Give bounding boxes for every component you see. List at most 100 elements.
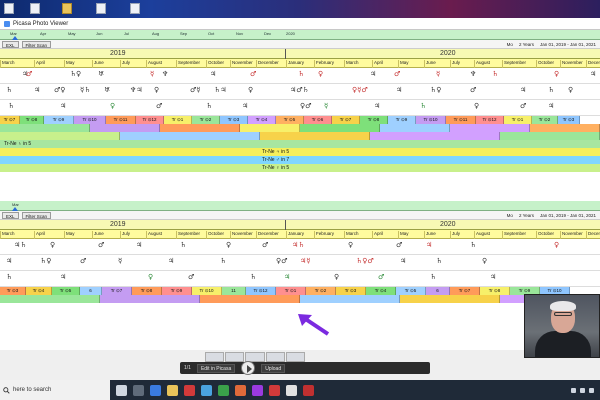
transit-cell[interactable]: Tr ⊙7 xyxy=(102,287,132,295)
transit-cell[interactable]: Tr ⊙8 xyxy=(480,287,510,295)
edge-icon[interactable] xyxy=(150,384,161,396)
range-unit[interactable]: Mo xyxy=(507,42,513,47)
transit-cell[interactable] xyxy=(240,124,300,132)
transit-cell[interactable]: Tr ⊙1 xyxy=(504,116,532,124)
transit-cell[interactable]: 6 xyxy=(80,287,102,295)
transit-cell[interactable]: Tr ⊙12 xyxy=(246,287,276,295)
desktop-file-icon[interactable] xyxy=(30,3,40,14)
transit-cell[interactable]: Tr ⊙10 xyxy=(74,116,106,124)
app-icon[interactable] xyxy=(252,384,263,396)
desktop-folder-icon[interactable] xyxy=(62,3,72,14)
task-view-icon[interactable] xyxy=(133,384,144,396)
transit-cell[interactable] xyxy=(530,124,600,132)
transit-cell[interactable] xyxy=(120,132,260,140)
filter-scan-button[interactable]: Filter Scan xyxy=(21,211,52,219)
transit-cell[interactable]: Tr ⊙12 xyxy=(476,116,504,124)
transit-cell[interactable] xyxy=(400,295,500,303)
transit-cell[interactable]: Tr ⊙11 xyxy=(106,116,136,124)
transit-cell[interactable]: Tr ⊙8 xyxy=(20,116,44,124)
transit-cell[interactable]: Tr ⊙1 xyxy=(276,287,306,295)
picasa-taskbar-icon[interactable] xyxy=(269,384,280,396)
play-icon[interactable] xyxy=(241,361,256,375)
transit-cell[interactable]: Tr ⊙7 xyxy=(0,116,20,124)
thumbnail[interactable] xyxy=(205,352,225,362)
thumbnail[interactable] xyxy=(225,352,245,362)
transit-cell[interactable]: Tr ⊙4 xyxy=(366,287,396,295)
transit-cell[interactable]: 11 xyxy=(222,287,246,295)
timeline-pointer-icon[interactable] xyxy=(12,36,18,40)
transit-cell[interactable]: Tr ⊙9 xyxy=(388,116,416,124)
thumbnail[interactable] xyxy=(285,352,306,362)
transit-cell[interactable]: Tr ⊙7 xyxy=(332,116,360,124)
file-explorer-icon[interactable] xyxy=(167,384,178,396)
progression-band[interactable]: Tr-Ne ♃ in 5 xyxy=(0,148,600,156)
transit-cell[interactable]: Tr ⊙3 xyxy=(0,287,26,295)
transit-cell[interactable] xyxy=(200,295,300,303)
transit-cell[interactable] xyxy=(300,124,380,132)
tray-icon[interactable] xyxy=(571,387,576,393)
transit-cell[interactable]: Tr ⊙9 xyxy=(162,287,192,295)
progression-band[interactable]: Tr-Ne ♂ in 7 xyxy=(0,156,600,164)
transit-cell[interactable]: Tr ⊙7 xyxy=(450,287,480,295)
transit-cell[interactable] xyxy=(90,124,160,132)
transit-cell[interactable] xyxy=(100,295,200,303)
transit-cell[interactable]: Tr ⊙5 xyxy=(396,287,426,295)
app-icon[interactable] xyxy=(201,384,212,396)
microphone-icon[interactable] xyxy=(116,384,127,396)
transit-cell[interactable]: Tr ⊙11 xyxy=(446,116,476,124)
app-icon[interactable] xyxy=(303,384,314,396)
transit-cell[interactable]: Tr ⊙10 xyxy=(192,287,222,295)
transit-cell[interactable]: Tr ⊙8 xyxy=(360,116,388,124)
bottom-overview-bar[interactable]: Mar xyxy=(0,201,600,211)
transit-cell[interactable]: Tr ⊙4 xyxy=(248,116,276,124)
transit-cell[interactable] xyxy=(380,124,450,132)
transit-cell[interactable] xyxy=(370,132,500,140)
transit-cell[interactable] xyxy=(160,124,240,132)
transit-cell[interactable] xyxy=(450,124,530,132)
transit-cell[interactable]: Tr ⊙12 xyxy=(136,116,164,124)
tray-icon[interactable] xyxy=(580,387,585,393)
progression-band[interactable]: Tr-Ne ♄ in 5 xyxy=(0,140,600,148)
taskbar-search[interactable]: here to search xyxy=(0,380,110,400)
transit-cell[interactable]: Tr ⊙1 xyxy=(164,116,192,124)
transit-cell[interactable] xyxy=(0,132,120,140)
transit-cell[interactable]: Tr ⊙3 xyxy=(558,116,580,124)
desktop-file-icon[interactable] xyxy=(4,3,14,14)
transit-cell[interactable] xyxy=(300,295,400,303)
transit-cell[interactable] xyxy=(0,295,100,303)
app-icon[interactable] xyxy=(235,384,246,396)
desktop-file-icon[interactable] xyxy=(130,3,140,14)
exl-button[interactable]: EXL xyxy=(2,40,19,48)
app-icon[interactable] xyxy=(218,384,229,396)
transit-cell[interactable]: Tr ⊙3 xyxy=(336,287,366,295)
transit-cell[interactable]: Tr ⊙5 xyxy=(52,287,80,295)
transit-cell[interactable]: Tr ⊙2 xyxy=(532,116,558,124)
upload-button[interactable]: Upload xyxy=(261,363,286,373)
range-span[interactable]: 2 Years xyxy=(519,213,534,218)
app-icon[interactable] xyxy=(184,384,195,396)
edit-in-picasa-button[interactable]: Edit in Picasa xyxy=(196,363,236,373)
tray-icon[interactable] xyxy=(589,387,594,393)
transit-cell[interactable] xyxy=(0,124,90,132)
transit-cell[interactable]: Tr ⊙3 xyxy=(220,116,248,124)
transit-cell[interactable]: Tr ⊙5 xyxy=(276,116,304,124)
transit-cell[interactable] xyxy=(500,132,600,140)
transit-cell[interactable]: Tr ⊙2 xyxy=(306,287,336,295)
transit-cell[interactable] xyxy=(260,132,370,140)
transit-cell[interactable]: Tr ⊙8 xyxy=(132,287,162,295)
range-unit[interactable]: Mo xyxy=(507,213,513,218)
exl-button[interactable]: EXL xyxy=(2,211,19,219)
transit-cell[interactable]: 6 xyxy=(426,287,450,295)
transit-cell[interactable]: Tr ⊙10 xyxy=(416,116,446,124)
filter-scan-button[interactable]: Filter Scan xyxy=(21,40,52,48)
progression-band[interactable]: Tr-Ne ♀ in 5 xyxy=(0,164,600,172)
transit-cell[interactable]: Tr ⊙6 xyxy=(304,116,332,124)
window-titlebar[interactable]: Picasa Photo Viewer xyxy=(0,18,600,30)
transit-cell[interactable]: Tr ⊙4 xyxy=(26,287,52,295)
top-overview-bar[interactable]: Mar Apr May Jun Jul Aug Sep Oct Nov Dec … xyxy=(0,30,600,40)
range-span[interactable]: 2 Years xyxy=(519,42,534,47)
timeline-pointer-icon[interactable] xyxy=(12,207,18,211)
transit-cell[interactable]: Tr ⊙9 xyxy=(44,116,74,124)
thumbnail[interactable] xyxy=(265,352,285,362)
transit-cell[interactable]: Tr ⊙2 xyxy=(192,116,220,124)
